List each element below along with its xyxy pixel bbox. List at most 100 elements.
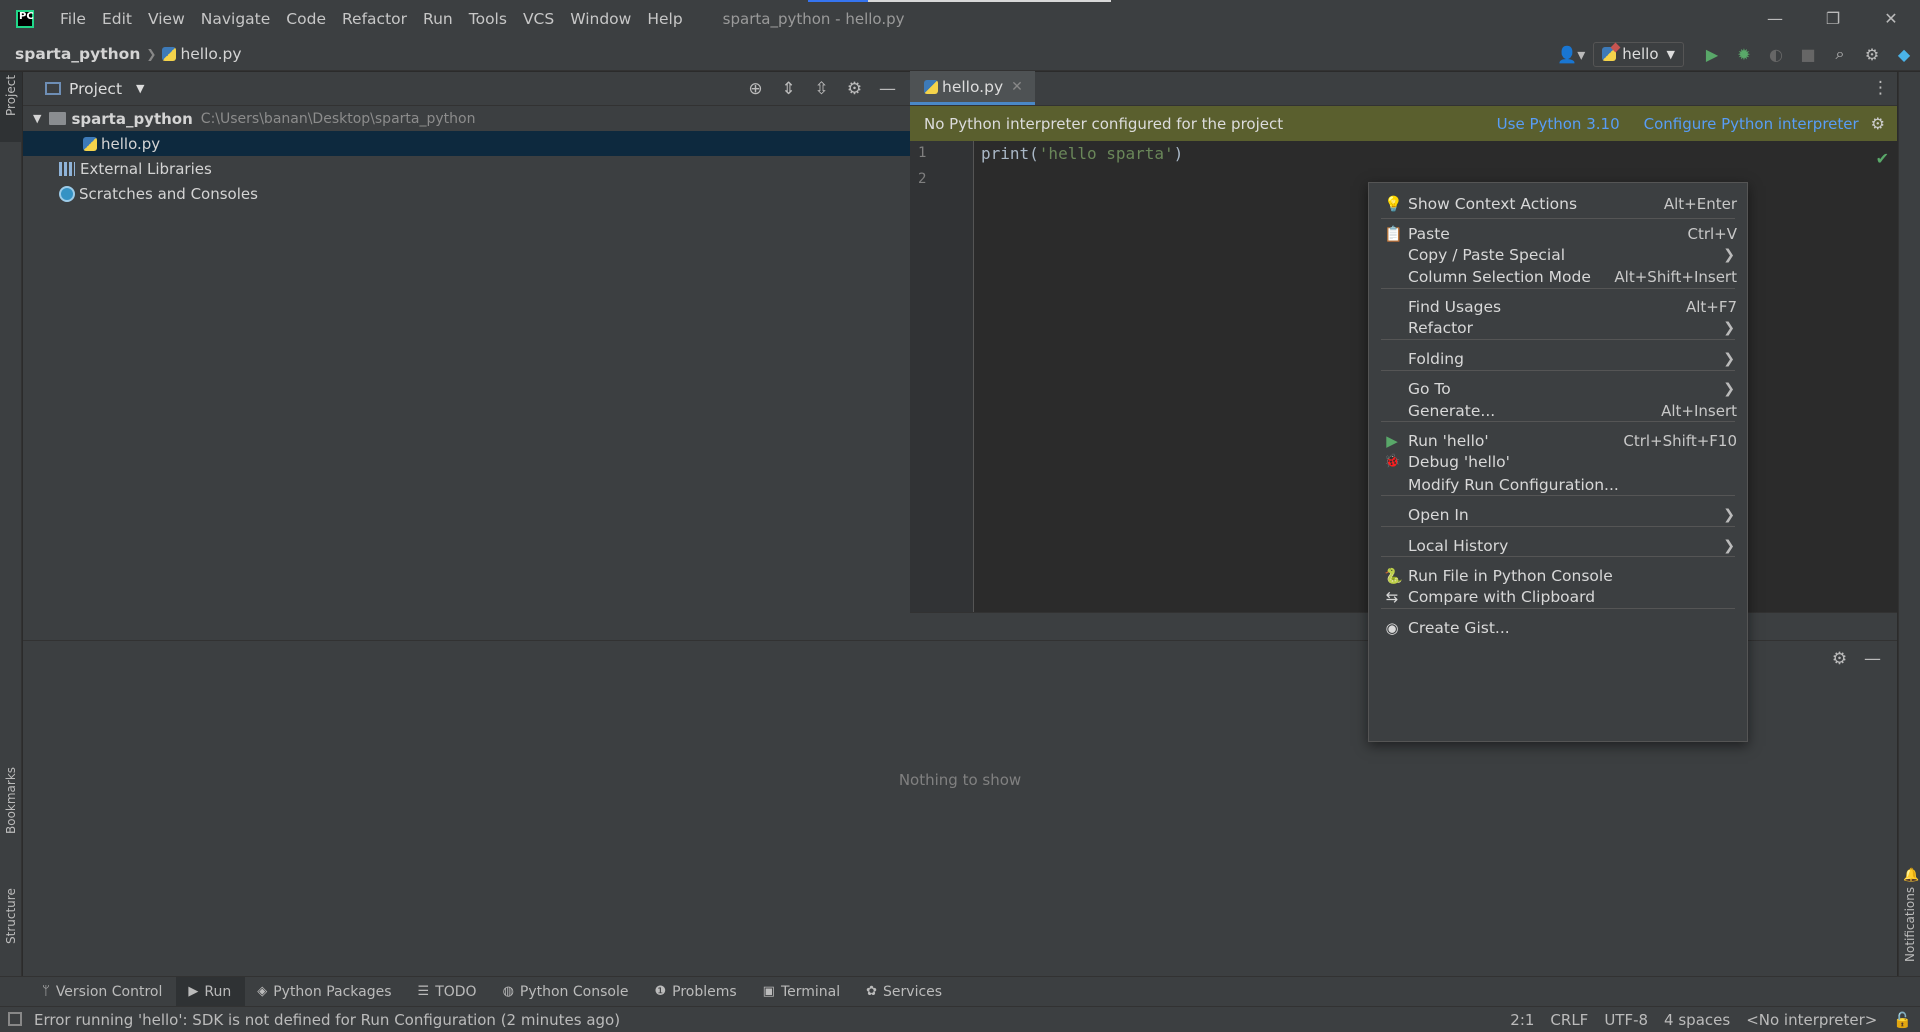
tool-tab-version-control[interactable]: ᛘ Version Control xyxy=(30,977,176,1007)
tree-scratches[interactable]: Scratches and Consoles xyxy=(23,181,910,206)
run-icon[interactable]: ▶ xyxy=(1696,37,1728,71)
project-view-selector[interactable]: Project ▼ xyxy=(45,80,145,98)
project-stripe-button[interactable]: Project xyxy=(0,72,22,142)
interpreter-selector[interactable]: <No interpreter> xyxy=(1746,1011,1877,1029)
tool-tab-todo[interactable]: ☰ TODO xyxy=(406,977,491,1007)
tree-file-hello[interactable]: hello.py xyxy=(23,131,910,156)
indent-setting[interactable]: 4 spaces xyxy=(1664,1011,1730,1029)
tool-tab-python-packages[interactable]: ◈ Python Packages xyxy=(245,977,405,1007)
expand-arrow-icon[interactable]: ▼ xyxy=(33,112,41,125)
no-problems-check-icon[interactable]: ✔ xyxy=(1876,149,1889,168)
python-file-icon xyxy=(162,46,177,61)
menu-run[interactable]: Run xyxy=(415,10,461,28)
menu-item-compare-with-clipboard[interactable]: ⇆ Compare with Clipboard xyxy=(1369,584,1747,610)
notifications-bell-icon[interactable]: 🔔 xyxy=(1903,868,1919,883)
stop-icon[interactable]: ■ xyxy=(1792,37,1824,71)
project-panel-tools: ⊕ ⇕ ⇳ ⚙ — xyxy=(739,72,904,106)
gear-icon[interactable]: ⚙ xyxy=(838,79,871,99)
tree-root-folder[interactable]: ▼ sparta_python C:\Users\banan\Desktop\s… xyxy=(23,106,910,131)
menu-item-column-selection-mode[interactable]: Column Selection Mode Alt+Shift+Insert xyxy=(1369,264,1747,290)
lock-icon[interactable]: 🔓 xyxy=(1893,1011,1912,1029)
line-gutter: 1 2 xyxy=(910,141,974,612)
search-icon[interactable]: ⌕ xyxy=(1824,37,1856,71)
jetbrains-toolbox-icon[interactable]: ◆ xyxy=(1888,37,1920,71)
right-tool-stripe: 🔔 Notifications xyxy=(1898,72,1920,976)
tab-hello-py[interactable]: hello.py ✕ xyxy=(910,71,1035,105)
menu-item-label: Run 'hello' xyxy=(1408,432,1489,450)
file-encoding[interactable]: UTF-8 xyxy=(1604,1011,1648,1029)
use-python-link[interactable]: Use Python 3.10 xyxy=(1497,115,1620,133)
run-config-label: hello xyxy=(1622,45,1659,63)
root-folder-name: sparta_python xyxy=(71,109,193,128)
bookmarks-stripe-label[interactable]: Bookmarks xyxy=(4,767,18,834)
restore-icon[interactable]: ❐ xyxy=(1804,0,1862,37)
hide-panel-icon[interactable]: — xyxy=(1856,649,1889,669)
menu-file[interactable]: File xyxy=(52,10,94,28)
more-options-icon[interactable]: ⋮ xyxy=(1872,78,1889,98)
menu-item-shortcut: Alt+Enter xyxy=(1663,195,1737,213)
python-file-icon xyxy=(83,136,97,151)
menu-separator xyxy=(1381,495,1735,496)
menu-tools[interactable]: Tools xyxy=(461,10,515,28)
status-message[interactable]: Error running 'hello': SDK is not define… xyxy=(34,1011,620,1029)
branch-icon: ᛘ xyxy=(42,984,50,999)
caret-position[interactable]: 2:1 xyxy=(1510,1011,1534,1029)
tool-tab-terminal[interactable]: ▣ Terminal xyxy=(751,977,854,1007)
indexing-progress-fill xyxy=(808,0,868,2)
empty-state-text: Nothing to show xyxy=(898,771,1022,789)
menu-vcs[interactable]: VCS xyxy=(515,10,562,28)
gear-icon[interactable]: ⚙ xyxy=(1823,649,1856,669)
gear-icon[interactable]: ⚙ xyxy=(1871,114,1885,133)
menu-separator xyxy=(1381,421,1735,422)
menu-edit[interactable]: Edit xyxy=(94,10,140,28)
menu-item-create-gist[interactable]: ◉ Create Gist... xyxy=(1369,615,1747,641)
project-panel: Project ▼ ⊕ ⇕ ⇳ ⚙ — ▼ sparta_python C:\U… xyxy=(23,72,910,640)
collapse-all-icon[interactable]: ⇳ xyxy=(805,79,838,99)
breadcrumb-file[interactable]: hello.py xyxy=(180,45,241,63)
submenu-arrow-icon: ❯ xyxy=(1723,507,1735,523)
code-paren: ) xyxy=(1173,144,1184,163)
close-window-icon[interactable]: ✕ xyxy=(1862,0,1920,37)
lightbulb-icon: 💡 xyxy=(1384,195,1403,213)
structure-stripe-label[interactable]: Structure xyxy=(4,888,18,944)
hide-panel-icon[interactable]: — xyxy=(871,79,904,99)
menu-separator xyxy=(1381,288,1735,289)
close-tab-icon[interactable]: ✕ xyxy=(1011,79,1023,95)
code-line[interactable]: print('hello sparta') xyxy=(981,144,1183,163)
menu-item-show-context-actions[interactable]: 💡 Show Context Actions Alt+Enter xyxy=(1369,191,1747,217)
run-icon: ▶ xyxy=(188,984,199,999)
tool-tab-python-console[interactable]: ◍ Python Console xyxy=(491,977,643,1007)
tool-tab-services[interactable]: ✿ Services xyxy=(854,977,956,1007)
line-separator[interactable]: CRLF xyxy=(1550,1011,1588,1029)
menu-refactor[interactable]: Refactor xyxy=(334,10,415,28)
settings-icon[interactable]: ⚙ xyxy=(1856,37,1888,71)
menu-item-folding[interactable]: Folding ❯ xyxy=(1369,346,1747,372)
menu-code[interactable]: Code xyxy=(278,10,334,28)
python-file-icon xyxy=(924,79,938,94)
library-icon xyxy=(59,161,75,176)
toggle-tool-windows-icon[interactable] xyxy=(8,1012,22,1026)
configure-interpreter-link[interactable]: Configure Python interpreter xyxy=(1644,115,1859,133)
account-icon[interactable]: 👤▾ xyxy=(1549,37,1593,71)
debug-icon[interactable]: ✹ xyxy=(1728,37,1760,71)
menu-window[interactable]: Window xyxy=(562,10,639,28)
menu-help[interactable]: Help xyxy=(639,10,690,28)
locate-file-icon[interactable]: ⊕ xyxy=(739,79,772,99)
editor-context-menu: 💡 Show Context Actions Alt+Enter 📋 Paste Ctrl… xyxy=(1368,182,1748,742)
menu-item-open-in[interactable]: Open In ❯ xyxy=(1369,502,1747,528)
tool-tab-problems[interactable]: ❶ Problems xyxy=(642,977,750,1007)
menu-navigate[interactable]: Navigate xyxy=(193,10,279,28)
breadcrumb-project[interactable]: sparta_python xyxy=(15,45,140,63)
minimize-icon[interactable]: — xyxy=(1746,0,1804,37)
expand-all-icon[interactable]: ⇕ xyxy=(772,79,805,99)
tree-external-libraries[interactable]: External Libraries xyxy=(23,156,910,181)
menu-item-label: Create Gist... xyxy=(1408,619,1510,637)
run-configuration-selector[interactable]: hello ▼ xyxy=(1593,41,1684,67)
main-menu: File Edit View Navigate Code Refactor Ru… xyxy=(52,10,691,28)
menu-view[interactable]: View xyxy=(140,10,193,28)
coverage-icon[interactable]: ◐ xyxy=(1760,37,1792,71)
menu-item-refactor[interactable]: Refactor ❯ xyxy=(1369,315,1747,341)
tool-tab-run[interactable]: ▶ Run xyxy=(176,976,246,1007)
menu-item-label: Run File in Python Console xyxy=(1408,567,1613,585)
notifications-stripe-label[interactable]: Notifications xyxy=(1903,887,1917,962)
